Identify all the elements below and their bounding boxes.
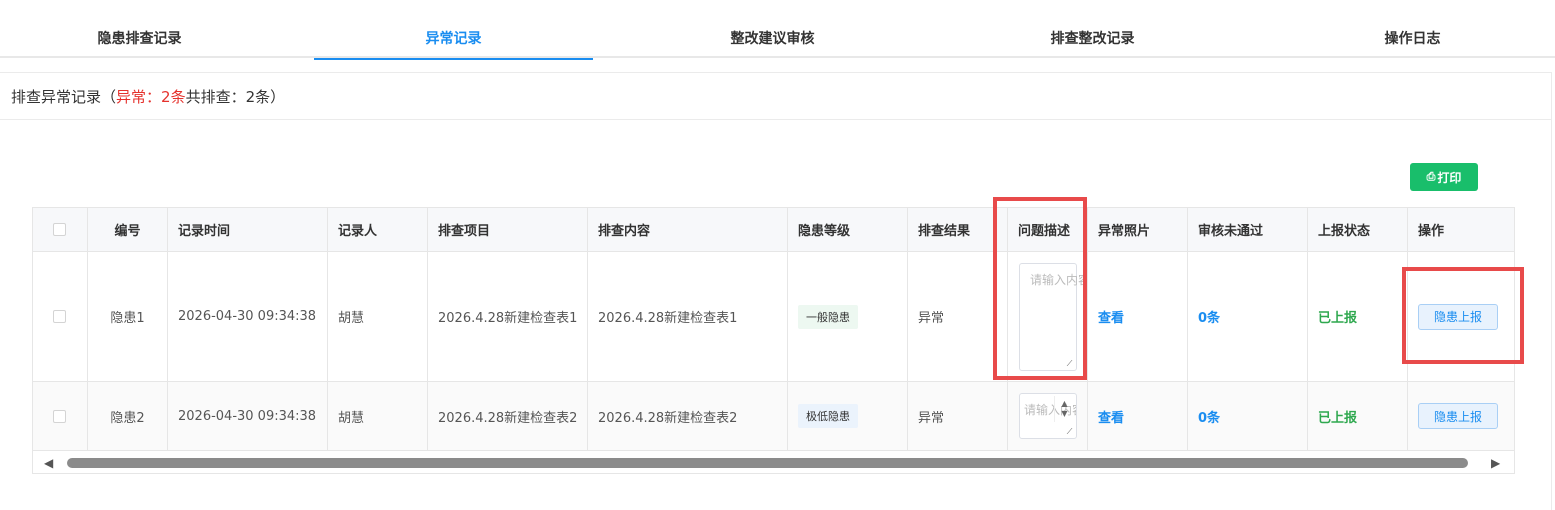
- cell-project: 2026.4.28新建检查表2: [428, 382, 588, 450]
- abnormal-records-table: 编号 记录时间 记录人 排查项目 排查内容 隐患等级 排查结果 问题描述 异常照…: [32, 207, 1515, 474]
- cell-description: 请输入内容 ▲▼ ⟋: [1008, 382, 1088, 450]
- highlight-box-action: [1402, 267, 1524, 364]
- cell-recorder: 胡慧: [328, 382, 428, 450]
- rejected-count-link[interactable]: 0条: [1198, 407, 1220, 426]
- table-header: 编号 记录时间 记录人 排查项目 排查内容 隐患等级 排查结果 问题描述 异常照…: [33, 208, 1514, 252]
- printer-icon: ⎙: [1426, 170, 1436, 183]
- col-header-time: 记录时间: [168, 208, 328, 251]
- col-header-rejected: 审核未通过: [1188, 208, 1308, 251]
- cell-status: 已上报: [1308, 382, 1408, 450]
- status-text: 已上报: [1318, 410, 1358, 426]
- cell-id: 隐患2: [88, 382, 168, 450]
- print-button[interactable]: ⎙ 打印: [1410, 163, 1478, 191]
- select-all-checkbox[interactable]: [53, 223, 66, 236]
- table-row: 隐患2 2026-04-30 09:34:38 胡慧 2026.4.28新建检查…: [33, 382, 1514, 451]
- row-select-cell: [33, 382, 88, 450]
- highlight-box-description: [993, 197, 1087, 380]
- col-header-project: 排查项目: [428, 208, 588, 251]
- cell-level: 一般隐患: [788, 252, 908, 381]
- cell-content: 2026.4.28新建检查表2: [588, 382, 788, 450]
- tab-rectification-review[interactable]: 整改建议审核: [633, 0, 912, 58]
- tab-abnormal-records[interactable]: 异常记录: [314, 0, 593, 60]
- status-text: 已上报: [1318, 311, 1358, 326]
- col-header-content: 排查内容: [588, 208, 788, 251]
- print-label: 打印: [1437, 170, 1462, 185]
- col-header-recorder: 记录人: [328, 208, 428, 251]
- level-badge: 极低隐患: [798, 404, 858, 428]
- rejected-count-link[interactable]: 0条: [1198, 307, 1220, 326]
- abnormal-count: 2条: [161, 87, 186, 106]
- hazard-report-button[interactable]: 隐患上报: [1418, 403, 1498, 429]
- spinner-arrows-icon[interactable]: ▲ ▼: [1054, 396, 1074, 422]
- scrollbar-thumb[interactable]: [67, 458, 1468, 468]
- col-header-status: 上报状态: [1308, 208, 1408, 251]
- scroll-right-arrow-icon[interactable]: ▶: [1491, 456, 1500, 470]
- level-badge: 一般隐患: [798, 304, 858, 329]
- cell-photo: 查看: [1088, 252, 1188, 381]
- tab-bar: 隐患排查记录 异常记录 整改建议审核 排查整改记录 操作日志: [0, 0, 1555, 60]
- horizontal-scrollbar[interactable]: ◀ ▶: [33, 451, 1514, 473]
- title-prefix: 排查异常记录（: [11, 87, 117, 106]
- col-header-action: 操作: [1418, 224, 1445, 239]
- cell-id: 隐患1: [88, 252, 168, 381]
- total-count: 2条）: [245, 87, 286, 106]
- cell-project: 2026.4.28新建检查表1: [428, 252, 588, 381]
- abnormal-label: 异常：: [116, 87, 162, 106]
- cell-rejected: 0条: [1188, 382, 1308, 450]
- cell-level: 极低隐患: [788, 382, 908, 450]
- cell-time: 2026-04-30 09:34:38: [168, 382, 328, 450]
- row-select-cell: [33, 252, 88, 381]
- cell-photo: 查看: [1088, 382, 1188, 450]
- scroll-left-arrow-icon[interactable]: ◀: [44, 456, 53, 470]
- tab-operation-log[interactable]: 操作日志: [1273, 0, 1552, 58]
- total-label: 共排查：: [185, 87, 246, 106]
- panel-title: 排查异常记录（ 异常： 2条 共排查： 2条）: [0, 73, 1551, 120]
- view-photo-link[interactable]: 查看: [1098, 407, 1124, 426]
- table-row: 隐患1 2026-04-30 09:34:38 胡慧 2026.4.28新建检查…: [33, 252, 1514, 382]
- select-all-cell: [33, 208, 88, 251]
- col-header-photo: 异常照片: [1088, 208, 1188, 251]
- row-checkbox[interactable]: [53, 310, 66, 323]
- resize-handle-icon[interactable]: ⟋: [1065, 427, 1074, 436]
- cell-status: 已上报: [1308, 252, 1408, 381]
- cell-recorder: 胡慧: [328, 252, 428, 381]
- tab-inspection-rectification[interactable]: 排查整改记录: [953, 0, 1232, 58]
- col-header-id: 编号: [88, 208, 168, 251]
- cell-content: 2026.4.28新建检查表1: [588, 252, 788, 381]
- cell-time: 2026-04-30 09:34:38: [168, 252, 328, 381]
- cell-action: 隐患上报: [1408, 382, 1514, 450]
- view-photo-link[interactable]: 查看: [1098, 307, 1124, 326]
- tab-hazard-inspection[interactable]: 隐患排查记录: [0, 0, 279, 58]
- col-header-level: 隐患等级: [788, 208, 908, 251]
- description-textarea[interactable]: 请输入内容 ▲▼ ⟋: [1019, 393, 1077, 439]
- cell-result: 异常: [908, 382, 1008, 450]
- cell-rejected: 0条: [1188, 252, 1308, 381]
- row-checkbox[interactable]: [53, 409, 66, 423]
